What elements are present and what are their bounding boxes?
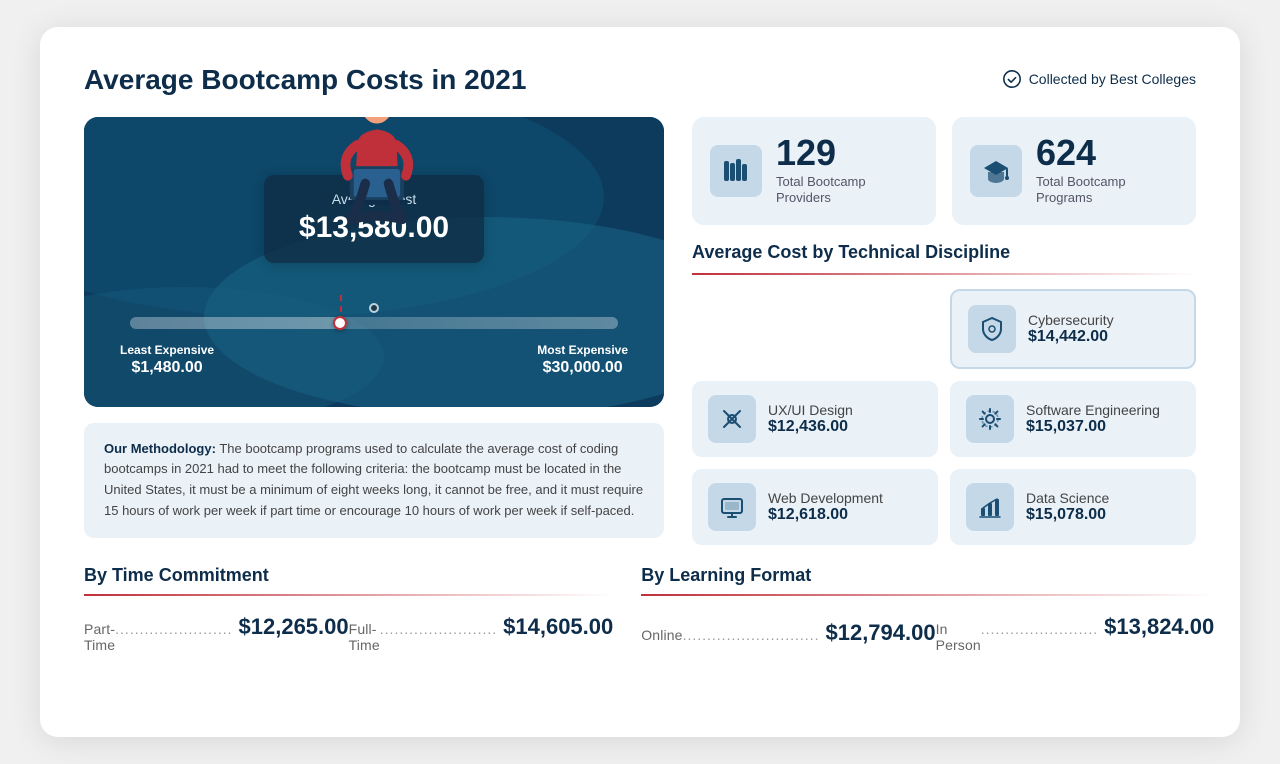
most-expensive: Most Expensive $30,000.00: [537, 343, 628, 377]
gear-icon: [966, 395, 1014, 443]
discipline-card-software-eng: Software Engineering $15,037.00: [950, 381, 1196, 457]
slider-dot: [369, 303, 379, 313]
discipline-card-uxui: UX/UI Design $12,436.00: [692, 381, 938, 457]
main-layout: Average Cost $13,580.00: [84, 117, 1196, 545]
discipline-info-cybersecurity: Cybersecurity $14,442.00: [1028, 312, 1114, 346]
discipline-info-uxui: UX/UI Design $12,436.00: [768, 402, 853, 436]
slider-fill: [130, 317, 340, 329]
collected-by: Collected by Best Colleges: [1002, 69, 1196, 89]
part-time-label: Part-Time: [84, 621, 115, 653]
least-expensive: Least Expensive $1,480.00: [120, 343, 214, 377]
full-time-label: Full-Time: [349, 621, 380, 653]
time-commitment-divider: [84, 594, 613, 596]
learning-format-section: By Learning Format Online ..............…: [641, 565, 1214, 653]
providers-label: Total Bootcamp Providers: [776, 174, 918, 208]
discipline-card-webdev: Web Development $12,618.00: [692, 469, 938, 545]
slider-area: Least Expensive $1,480.00 Most Expensive…: [120, 303, 628, 387]
online-label: Online: [641, 627, 682, 643]
learning-format-title: By Learning Format: [641, 565, 1214, 586]
slider-track: [130, 317, 618, 329]
graduation-icon: [970, 145, 1022, 197]
discipline-card-data-science: Data Science $15,078.00: [950, 469, 1196, 545]
part-time-dots: ........................: [115, 621, 232, 637]
full-time-value: $14,605.00: [503, 614, 613, 640]
part-time-value: $12,265.00: [239, 614, 349, 640]
slider-track-wrapper: [130, 317, 618, 329]
discipline-grid: Cybersecurity $14,442.00: [692, 289, 1196, 545]
providers-number: 129: [776, 135, 918, 171]
header: Average Bootcamp Costs in 2021 Collected…: [84, 63, 1196, 97]
full-time-dots: ........................: [380, 621, 497, 637]
stat-card-providers: 129 Total Bootcamp Providers: [692, 117, 936, 226]
in-person-value: $13,824.00: [1104, 614, 1214, 640]
stat-card-programs: 624 Total Bootcamp Programs: [952, 117, 1196, 226]
programs-number: 624: [1036, 135, 1178, 171]
learning-format-stats: Online ............................ $12,…: [641, 614, 1214, 653]
right-column: 129 Total Bootcamp Providers: [692, 117, 1196, 545]
stat-info-providers: 129 Total Bootcamp Providers: [776, 135, 918, 208]
person-figure: [319, 117, 429, 229]
programs-label: Total Bootcamp Programs: [1036, 174, 1178, 208]
chart-icon: [966, 483, 1014, 531]
hero-card: Average Cost $13,580.00: [84, 117, 664, 407]
bottom-section: By Time Commitment Part-Time ...........…: [84, 565, 1196, 653]
discipline-card-cybersecurity: Cybersecurity $14,442.00: [950, 289, 1196, 369]
design-icon: [708, 395, 756, 443]
slider-thumb[interactable]: [333, 316, 347, 330]
stat-info-programs: 624 Total Bootcamp Programs: [1036, 135, 1178, 208]
online-value: $12,794.00: [825, 620, 935, 646]
verified-icon: [1002, 69, 1022, 89]
methodology-box: Our Methodology: The bootcamp programs u…: [84, 423, 664, 538]
learning-format-divider: [641, 594, 1214, 596]
time-commitment-stats: Part-Time ........................ $12,2…: [84, 614, 613, 653]
shield-icon: [968, 305, 1016, 353]
discipline-info-software-eng: Software Engineering $15,037.00: [1026, 402, 1160, 436]
collected-by-label: Collected by Best Colleges: [1029, 71, 1196, 87]
discipline-header: Average Cost by Technical Discipline: [692, 241, 1196, 264]
books-icon: [710, 145, 762, 197]
monitor-icon: [708, 483, 756, 531]
online-stat: Online ............................ $12,…: [641, 620, 935, 646]
page-title: Average Bootcamp Costs in 2021: [84, 63, 526, 97]
stats-row: 129 Total Bootcamp Providers: [692, 117, 1196, 226]
discipline-info-webdev: Web Development $12,618.00: [768, 490, 883, 524]
in-person-stat: In Person ........................ $13,8…: [936, 614, 1215, 653]
range-labels: Least Expensive $1,480.00 Most Expensive…: [120, 343, 628, 377]
left-column: Average Cost $13,580.00: [84, 117, 664, 538]
in-person-dots: ........................: [981, 621, 1098, 637]
part-time-stat: Part-Time ........................ $12,2…: [84, 614, 349, 653]
time-commitment-section: By Time Commitment Part-Time ...........…: [84, 565, 613, 653]
full-time-stat: Full-Time ........................ $14,6…: [349, 614, 614, 653]
main-card: Average Bootcamp Costs in 2021 Collected…: [40, 27, 1240, 737]
in-person-label: In Person: [936, 621, 981, 653]
time-commitment-title: By Time Commitment: [84, 565, 613, 586]
discipline-section: Average Cost by Technical Discipline: [692, 241, 1196, 544]
online-dots: ............................: [683, 627, 820, 643]
discipline-info-data-science: Data Science $15,078.00: [1026, 490, 1109, 524]
discipline-divider: [692, 273, 1196, 275]
methodology-label: Our Methodology:: [104, 441, 216, 456]
